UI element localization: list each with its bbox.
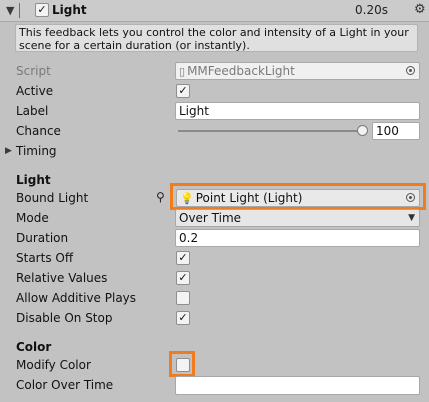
allow-additive-plays-label: Allow Additive Plays <box>16 291 137 305</box>
mode-label: Mode <box>16 211 49 225</box>
mode-dropdown[interactable]: Over Time ▼ <box>175 209 420 227</box>
color-over-time-gradient[interactable] <box>175 376 420 395</box>
script-label: Script <box>16 64 51 78</box>
help-box: This feedback lets you control the color… <box>15 24 418 52</box>
relative-values-checkbox[interactable]: ✓ <box>176 271 190 285</box>
chance-slider-track[interactable] <box>178 130 364 132</box>
feedback-title: Light <box>52 3 87 17</box>
active-checkbox[interactable]: ✓ <box>176 84 190 98</box>
active-label: Active <box>16 84 54 98</box>
starts-off-checkbox[interactable]: ✓ <box>176 251 190 265</box>
bound-light-value: Point Light (Light) <box>195 191 303 205</box>
starts-off-label: Starts Off <box>16 251 74 265</box>
bound-light-label: Bound Light <box>16 191 89 205</box>
duration-input[interactable]: 0.2 <box>175 229 420 247</box>
label-input[interactable]: Light <box>175 102 420 120</box>
modify-color-checkbox[interactable] <box>176 358 190 372</box>
disable-on-stop-label: Disable On Stop <box>16 311 113 325</box>
object-picker-icon <box>406 66 415 75</box>
search-icon[interactable]: ⚲ <box>156 190 165 204</box>
script-value: MMFeedbackLight <box>187 64 295 78</box>
disable-on-stop-checkbox[interactable]: ✓ <box>176 311 190 325</box>
label-label: Label <box>16 104 49 118</box>
header-separator <box>19 3 20 18</box>
allow-additive-plays-checkbox[interactable] <box>176 291 190 305</box>
modify-color-label: Modify Color <box>16 358 91 372</box>
timing-fold-icon[interactable]: ▶ <box>5 146 12 156</box>
chance-label: Chance <box>16 124 61 138</box>
color-over-time-label: Color Over Time <box>16 378 114 392</box>
gear-icon[interactable]: ⚙ <box>414 2 426 18</box>
chance-slider-thumb[interactable] <box>357 125 368 136</box>
chevron-down-icon: ▼ <box>408 213 415 223</box>
relative-values-label: Relative Values <box>16 271 108 285</box>
color-section-heading: Color <box>16 340 52 354</box>
light-bulb-icon: 💡 <box>180 192 194 205</box>
feedback-duration-readout: 0.20s <box>355 3 388 17</box>
script-file-icon: ▯ <box>179 65 186 78</box>
fold-arrow-icon[interactable]: ▼ <box>6 4 14 17</box>
feedback-enabled-checkbox[interactable]: ✓ <box>35 3 49 17</box>
light-section-heading: Light <box>16 173 51 187</box>
duration-label: Duration <box>16 231 69 245</box>
script-field: ▯ MMFeedbackLight <box>175 62 420 80</box>
object-picker-icon[interactable] <box>406 193 415 202</box>
bound-light-field[interactable]: 💡 Point Light (Light) <box>176 189 420 207</box>
chance-input[interactable]: 100 <box>372 122 420 140</box>
timing-foldout[interactable]: Timing <box>16 142 57 160</box>
mode-value: Over Time <box>179 211 242 225</box>
